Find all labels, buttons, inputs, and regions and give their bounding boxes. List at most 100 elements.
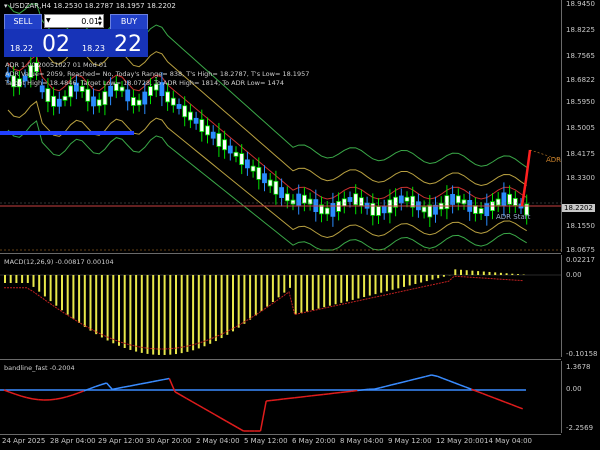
candle-body bbox=[512, 198, 518, 206]
bandline-segment bbox=[328, 392, 335, 395]
bandline-segment bbox=[32, 398, 39, 401]
bandline-pane[interactable] bbox=[0, 361, 562, 433]
bandline-segment bbox=[72, 392, 79, 396]
bandline-segment bbox=[488, 395, 495, 399]
macd-bar bbox=[83, 275, 86, 327]
bandline-segment bbox=[408, 378, 415, 382]
lot-size-input[interactable]: 0.01 bbox=[44, 14, 104, 28]
bandline-segment bbox=[191, 400, 199, 406]
candle-body bbox=[324, 207, 330, 215]
candle-body bbox=[341, 198, 347, 207]
bandline-segment bbox=[334, 391, 341, 394]
sell-button[interactable]: SELL bbox=[4, 14, 42, 30]
bandline-segment bbox=[516, 405, 523, 410]
price-tick: 18.5950 bbox=[566, 98, 595, 106]
bandline-segment bbox=[129, 384, 136, 387]
macd-bar bbox=[306, 275, 309, 312]
candle-body bbox=[307, 198, 313, 205]
bandline-segment bbox=[340, 391, 347, 394]
bandline-segment bbox=[363, 388, 369, 391]
bandline-chart[interactable] bbox=[0, 361, 561, 433]
bandline-segment bbox=[146, 381, 153, 384]
candle-body bbox=[330, 202, 336, 217]
macd-bar bbox=[465, 270, 468, 275]
bandline-segment bbox=[157, 378, 164, 382]
macd-bar bbox=[106, 275, 109, 341]
macd-bar bbox=[197, 275, 200, 349]
macd-tick: -0.10158 bbox=[566, 350, 598, 358]
macd-bar bbox=[311, 275, 314, 311]
candle-body bbox=[91, 96, 96, 107]
macd-bar bbox=[169, 275, 172, 355]
bandline-segment bbox=[163, 377, 170, 381]
macd-bar bbox=[180, 275, 183, 354]
macd-bar bbox=[334, 275, 337, 305]
buy-price-box[interactable]: 18.23 22 bbox=[76, 29, 148, 57]
bandline-label: bandline_fast -0.2004 bbox=[4, 364, 75, 372]
macd-bar bbox=[118, 275, 120, 346]
macd-bar bbox=[425, 275, 428, 282]
candle-body bbox=[433, 204, 438, 215]
time-tick: 28 Apr 04:00 bbox=[50, 437, 96, 445]
bandline-segment bbox=[140, 382, 147, 385]
candle-body bbox=[421, 206, 427, 213]
macd-bar bbox=[203, 275, 206, 347]
sell-price-box[interactable]: 18.22 02 bbox=[4, 29, 76, 57]
price-tick: 18.4175 bbox=[566, 150, 595, 158]
lot-stepper-icon[interactable]: ▲ ▼ bbox=[98, 15, 102, 27]
candle-body bbox=[187, 111, 193, 121]
macd-bar bbox=[49, 275, 52, 302]
macd-chart[interactable] bbox=[0, 255, 561, 357]
candle-body bbox=[108, 85, 113, 97]
macd-bar bbox=[72, 275, 75, 319]
candle-body bbox=[176, 104, 182, 109]
macd-bar bbox=[78, 275, 81, 323]
bandline-segment bbox=[311, 394, 318, 397]
adr-label: ADR bbox=[546, 156, 562, 164]
bandline-segment bbox=[9, 391, 16, 395]
price-tick: 18.7565 bbox=[566, 52, 595, 60]
candle-body bbox=[148, 86, 153, 97]
lot-dropdown-arrow-icon[interactable]: ▼ bbox=[46, 17, 51, 24]
pane-separator-1[interactable] bbox=[0, 253, 561, 254]
candle-body bbox=[358, 197, 364, 207]
ohlc-values: 18.2530 18.2787 18.1957 18.2202 bbox=[53, 2, 176, 10]
macd-bar bbox=[494, 272, 497, 275]
macd-bar bbox=[163, 275, 166, 355]
candle-body bbox=[250, 165, 256, 172]
macd-bar bbox=[271, 275, 274, 303]
candle-body bbox=[142, 91, 148, 105]
bandline-segment bbox=[77, 390, 85, 394]
candle-body bbox=[404, 196, 410, 202]
macd-bar bbox=[277, 275, 280, 298]
adr-start-label: ADR Start bbox=[496, 213, 531, 221]
bandline-segment bbox=[89, 385, 96, 390]
adr-blue-line bbox=[0, 131, 134, 135]
macd-bar bbox=[249, 275, 252, 320]
candle-body bbox=[370, 202, 376, 216]
macd-bar bbox=[414, 275, 417, 284]
pane-separator-2[interactable] bbox=[0, 359, 561, 360]
candle-body bbox=[102, 91, 108, 106]
bandline-segment bbox=[266, 399, 272, 402]
macd-bar bbox=[61, 275, 63, 311]
buy-button[interactable]: BUY bbox=[110, 14, 148, 30]
price-tick: 18.1550 bbox=[566, 222, 595, 230]
candle-body bbox=[501, 192, 507, 207]
bandline-segment bbox=[134, 383, 141, 386]
bandline-segment bbox=[351, 389, 358, 392]
macd-bar bbox=[100, 275, 103, 338]
sell-price-small: 18.22 bbox=[10, 44, 33, 53]
macd-bar bbox=[254, 275, 257, 316]
candle-body bbox=[279, 187, 285, 198]
candle-body bbox=[347, 197, 353, 202]
bandline-segment bbox=[459, 384, 466, 388]
macd-bar bbox=[38, 275, 41, 292]
macd-bar bbox=[192, 275, 195, 351]
symbol-label: USDZAR,H4 bbox=[9, 2, 52, 10]
macd-pane[interactable] bbox=[0, 255, 562, 357]
candle-body bbox=[478, 208, 484, 214]
macd-bar bbox=[323, 275, 326, 308]
time-tick: 5 May 12:00 bbox=[244, 437, 288, 445]
price-tick: 18.9450 bbox=[566, 0, 595, 8]
